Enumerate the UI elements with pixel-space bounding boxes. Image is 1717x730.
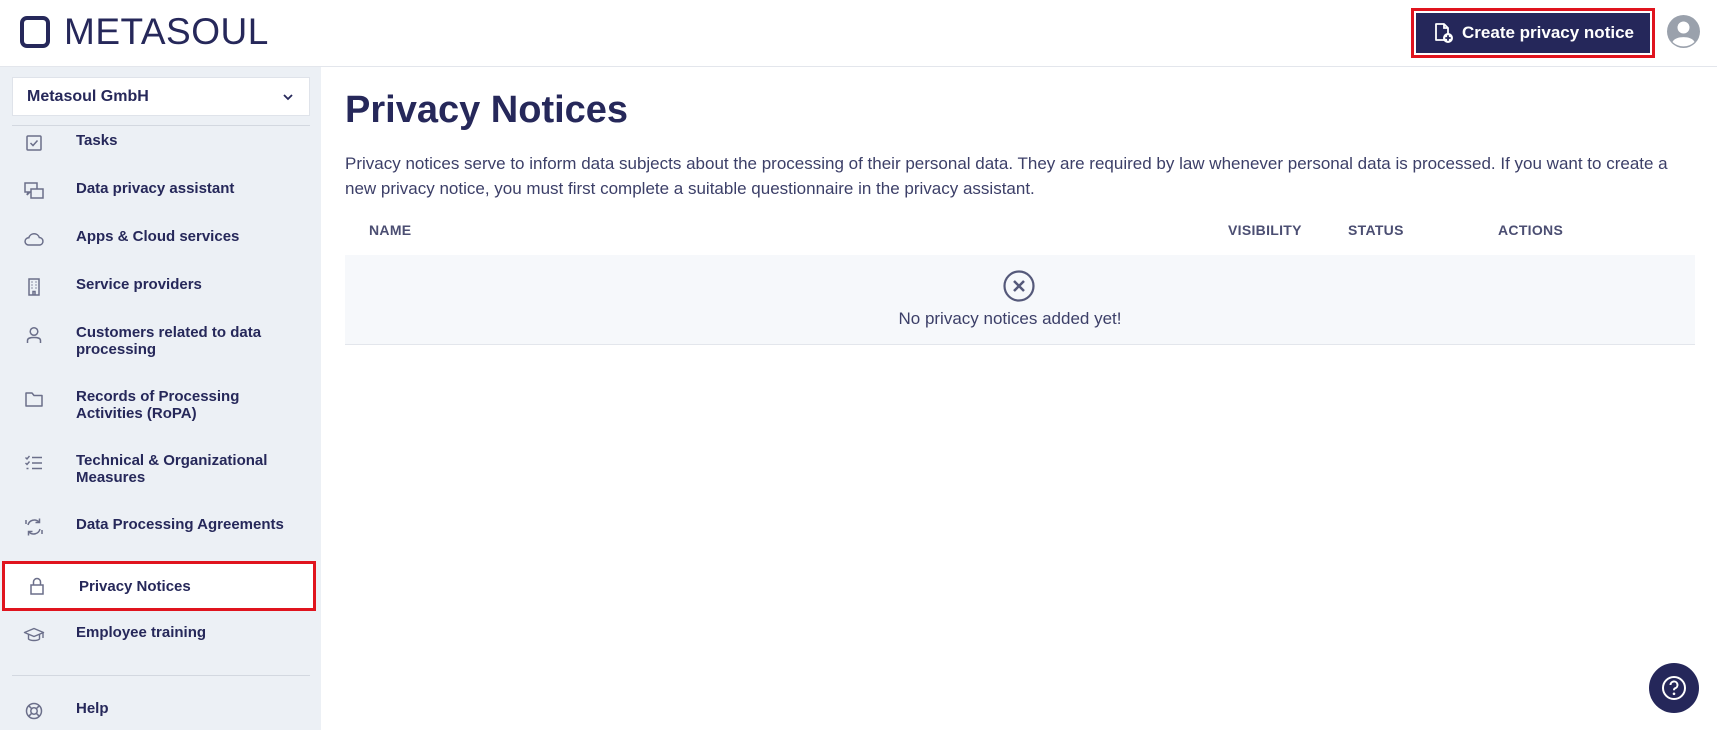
question-icon: [1662, 676, 1686, 700]
sidebar-item-label: Tasks: [76, 132, 118, 149]
sidebar-item-apps-cloud-services[interactable]: Apps & Cloud services: [12, 228, 314, 250]
column-header-actions: ACTIONS: [1498, 222, 1564, 238]
sidebar-item-label: Employee training: [76, 624, 207, 641]
sidebar-item-label: Data privacy assistant: [76, 180, 235, 197]
sidebar-divider: [12, 675, 310, 676]
sidebar-item-help[interactable]: Help: [12, 700, 314, 722]
sidebar-item-service-providers[interactable]: Service providers: [12, 276, 314, 298]
create-button-highlight: Create privacy notice: [1411, 8, 1655, 58]
empty-state-row: No privacy notices added yet!: [345, 255, 1695, 345]
sidebar: Metasoul GmbH Tasks Data privacy assista…: [0, 67, 321, 730]
cloud-icon: [24, 233, 44, 246]
sidebar-item-label: Data Processing Agreements: [76, 516, 284, 533]
column-header-visibility[interactable]: VISIBILITY: [1228, 222, 1302, 238]
sidebar-item-label: Privacy Notices: [79, 577, 191, 595]
sidebar-item-employee-training[interactable]: Employee training: [12, 624, 314, 646]
lock-icon: [30, 577, 44, 595]
create-privacy-notice-button[interactable]: Create privacy notice: [1416, 13, 1650, 53]
user-avatar-icon[interactable]: [1667, 15, 1700, 48]
table-header: NAME VISIBILITY STATUS ACTIONS: [345, 222, 1695, 252]
file-add-icon: [1435, 23, 1454, 43]
page-title: Privacy Notices: [345, 89, 629, 131]
building-icon: [28, 278, 40, 296]
folder-icon: [25, 392, 43, 407]
sidebar-item-label: Apps & Cloud services: [76, 228, 240, 245]
sidebar-item-data-privacy-assistant[interactable]: Data privacy assistant: [12, 180, 314, 202]
sidebar-item-toms[interactable]: Technical & Organizational Measures: [12, 452, 314, 486]
logo-text: METASOUL: [64, 11, 269, 52]
sidebar-divider: [12, 125, 310, 126]
sidebar-item-customers-related-to-data-processing[interactable]: Customers related to data processing: [12, 324, 314, 358]
help-floating-button[interactable]: [1649, 663, 1699, 713]
top-bar: METASOUL Create privacy notice: [0, 0, 1717, 67]
lifebuoy-icon: [25, 702, 43, 720]
empty-state-message: No privacy notices added yet!: [898, 309, 1122, 328]
person-icon: [26, 326, 42, 343]
logo-icon: [20, 16, 50, 48]
column-header-name[interactable]: NAME: [369, 222, 411, 238]
checklist-icon: [25, 455, 42, 470]
sidebar-item-tasks[interactable]: Tasks: [12, 132, 314, 154]
sync-icon: [25, 518, 43, 536]
logo[interactable]: METASOUL: [20, 11, 269, 52]
sidebar-item-label: Records of Processing Activities (RoPA): [76, 388, 240, 422]
organization-select-value: Metasoul GmbH: [27, 87, 149, 105]
chevron-down-icon: [283, 93, 293, 100]
sidebar-item-data-processing-agreements[interactable]: Data Processing Agreements: [12, 516, 314, 538]
sidebar-item-privacy-notices[interactable]: Privacy Notices: [2, 561, 316, 611]
graduation-cap-icon: [23, 627, 45, 642]
sidebar-item-label: Technical & Organizational Measures: [76, 452, 268, 486]
sidebar-item-label: Customers related to data processing: [76, 324, 262, 358]
chat-icon: [24, 182, 44, 199]
create-privacy-notice-label: Create privacy notice: [1462, 23, 1634, 42]
sidebar-item-label: Service providers: [76, 276, 202, 293]
close-circle-icon: [1003, 270, 1035, 302]
column-header-status[interactable]: STATUS: [1348, 222, 1404, 238]
sidebar-item-label: Help: [76, 700, 109, 717]
organization-select[interactable]: Metasoul GmbH: [12, 77, 310, 116]
page-description: Privacy notices serve to inform data sub…: [345, 154, 1668, 198]
checkbox-icon: [26, 135, 42, 151]
sidebar-item-ropa[interactable]: Records of Processing Activities (RoPA): [12, 388, 314, 422]
